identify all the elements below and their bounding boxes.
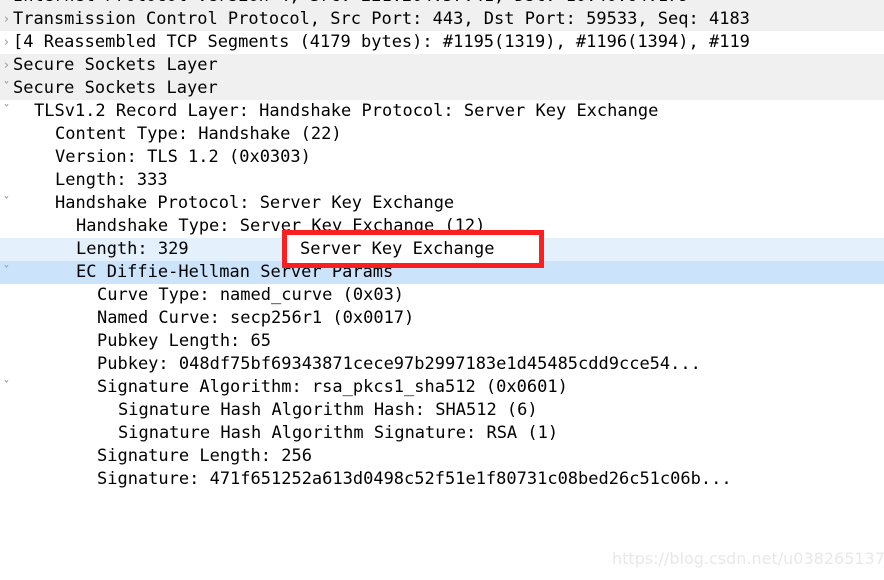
twisty-spacer-icon (0, 399, 13, 422)
tree-item-label: Version: TLS 1.2 (0x0303) (55, 147, 311, 167)
row-named-curve[interactable]: Named Curve: secp256r1 (0x0017) (0, 307, 884, 330)
chevron-down-icon[interactable]: ˇ (0, 77, 13, 100)
twisty-spacer-icon (0, 123, 13, 146)
row-ipv4[interactable]: ›Internet Protocol Version 4, Src: 221.2… (0, 0, 884, 8)
tree-item-label: Named Curve: secp256r1 (0x0017) (97, 308, 415, 328)
row-signature-algorithm[interactable]: ˇ Signature Algorithm: rsa_pkcs1_sha512 (… (0, 376, 884, 399)
tree-item-label: Pubkey: 048df75bf69343871cece97b2997183e… (97, 354, 701, 374)
chevron-right-icon[interactable]: › (0, 54, 13, 77)
tree-item-label: Signature Algorithm: rsa_pkcs1_sha512 (0… (97, 377, 568, 397)
row-ssl-expanded[interactable]: ˇ Secure Sockets Layer (0, 77, 884, 100)
row-reassembled-segments[interactable]: › [4 Reassembled TCP Segments (4179 bytes… (0, 31, 884, 54)
tree-item-label: Length: 329 (76, 239, 189, 259)
row-tls-record-layer[interactable]: ˇ TLSv1.2 Record Layer: Handshake Protoco… (0, 100, 884, 123)
chevron-right-icon[interactable]: › (0, 0, 13, 8)
twisty-spacer-icon (0, 330, 13, 353)
twisty-spacer-icon (0, 146, 13, 169)
twisty-spacer-icon (0, 353, 13, 376)
chevron-down-icon[interactable]: ˇ (0, 192, 13, 215)
row-version[interactable]: Version: TLS 1.2 (0x0303) (0, 146, 884, 169)
tree-item-label: Internet Protocol Version 4, Src: 221.20… (13, 0, 689, 8)
tree-item-label: Signature Hash Algorithm Hash: SHA512 (6… (118, 400, 538, 420)
tree-item-label: Signature Length: 256 (97, 446, 312, 466)
watermark: https://blog.csdn.net/u038265137 (612, 549, 884, 568)
row-signature-hash-algorithm-signature[interactable]: Signature Hash Algorithm Signature: RSA … (0, 422, 884, 445)
tree-item-label: Curve Type: named_curve (0x03) (97, 285, 405, 305)
tree-item-label: Secure Sockets Layer (13, 78, 218, 98)
row-record-length[interactable]: Length: 333 (0, 169, 884, 192)
tree-item-label: Signature: 471f651252a613d0498c52f51e1f8… (97, 469, 732, 489)
row-signature[interactable]: Signature: 471f651252a613d0498c52f51e1f8… (0, 468, 884, 491)
twisty-spacer-icon (0, 215, 13, 238)
chevron-right-icon[interactable]: › (0, 8, 13, 31)
tree-item-label: Length: 333 (55, 170, 168, 190)
twisty-spacer-icon (0, 445, 13, 468)
row-handshake-protocol[interactable]: ˇ Handshake Protocol: Server Key Exchange (0, 192, 884, 215)
tree-item-label: TLSv1.2 Record Layer: Handshake Protocol… (34, 101, 659, 121)
row-content-type[interactable]: Content Type: Handshake (22) (0, 123, 884, 146)
row-pubkey[interactable]: Pubkey: 048df75bf69343871cece97b2997183e… (0, 353, 884, 376)
twisty-spacer-icon (0, 169, 13, 192)
annotation-highlight-box: Server Key Exchange (282, 230, 544, 268)
twisty-spacer-icon (0, 238, 13, 261)
chevron-down-icon[interactable]: ˇ (0, 376, 13, 399)
chevron-right-icon[interactable]: › (0, 31, 13, 54)
row-curve-type[interactable]: Curve Type: named_curve (0x03) (0, 284, 884, 307)
row-tcp[interactable]: › Transmission Control Protocol, Src Port… (0, 8, 884, 31)
annotation-highlight-text: Server Key Exchange (300, 239, 495, 259)
tree-item-label: Signature Hash Algorithm Signature: RSA … (118, 423, 559, 443)
chevron-down-icon[interactable]: ˇ (0, 100, 13, 123)
twisty-spacer-icon (0, 468, 13, 491)
tree-item-label: Pubkey Length: 65 (97, 331, 271, 351)
tree-item-label: Secure Sockets Layer (13, 55, 218, 75)
packet-details-pane[interactable]: › Transmission Control Protocol, Src Port… (0, 0, 884, 580)
row-pubkey-length[interactable]: Pubkey Length: 65 (0, 330, 884, 353)
chevron-down-icon[interactable]: ˇ (0, 261, 13, 284)
tree-item-label: Content Type: Handshake (22) (55, 124, 342, 144)
tree-item-label: [4 Reassembled TCP Segments (4179 bytes)… (13, 32, 750, 52)
row-ssl-collapsed[interactable]: › Secure Sockets Layer (0, 54, 884, 77)
twisty-spacer-icon (0, 307, 13, 330)
row-signature-length[interactable]: Signature Length: 256 (0, 445, 884, 468)
row-signature-hash-algorithm-hash[interactable]: Signature Hash Algorithm Hash: SHA512 (6… (0, 399, 884, 422)
tree-item-label: Handshake Protocol: Server Key Exchange (55, 193, 455, 213)
twisty-spacer-icon (0, 422, 13, 445)
twisty-spacer-icon (0, 284, 13, 307)
tree-item-label: Transmission Control Protocol, Src Port:… (13, 9, 750, 29)
